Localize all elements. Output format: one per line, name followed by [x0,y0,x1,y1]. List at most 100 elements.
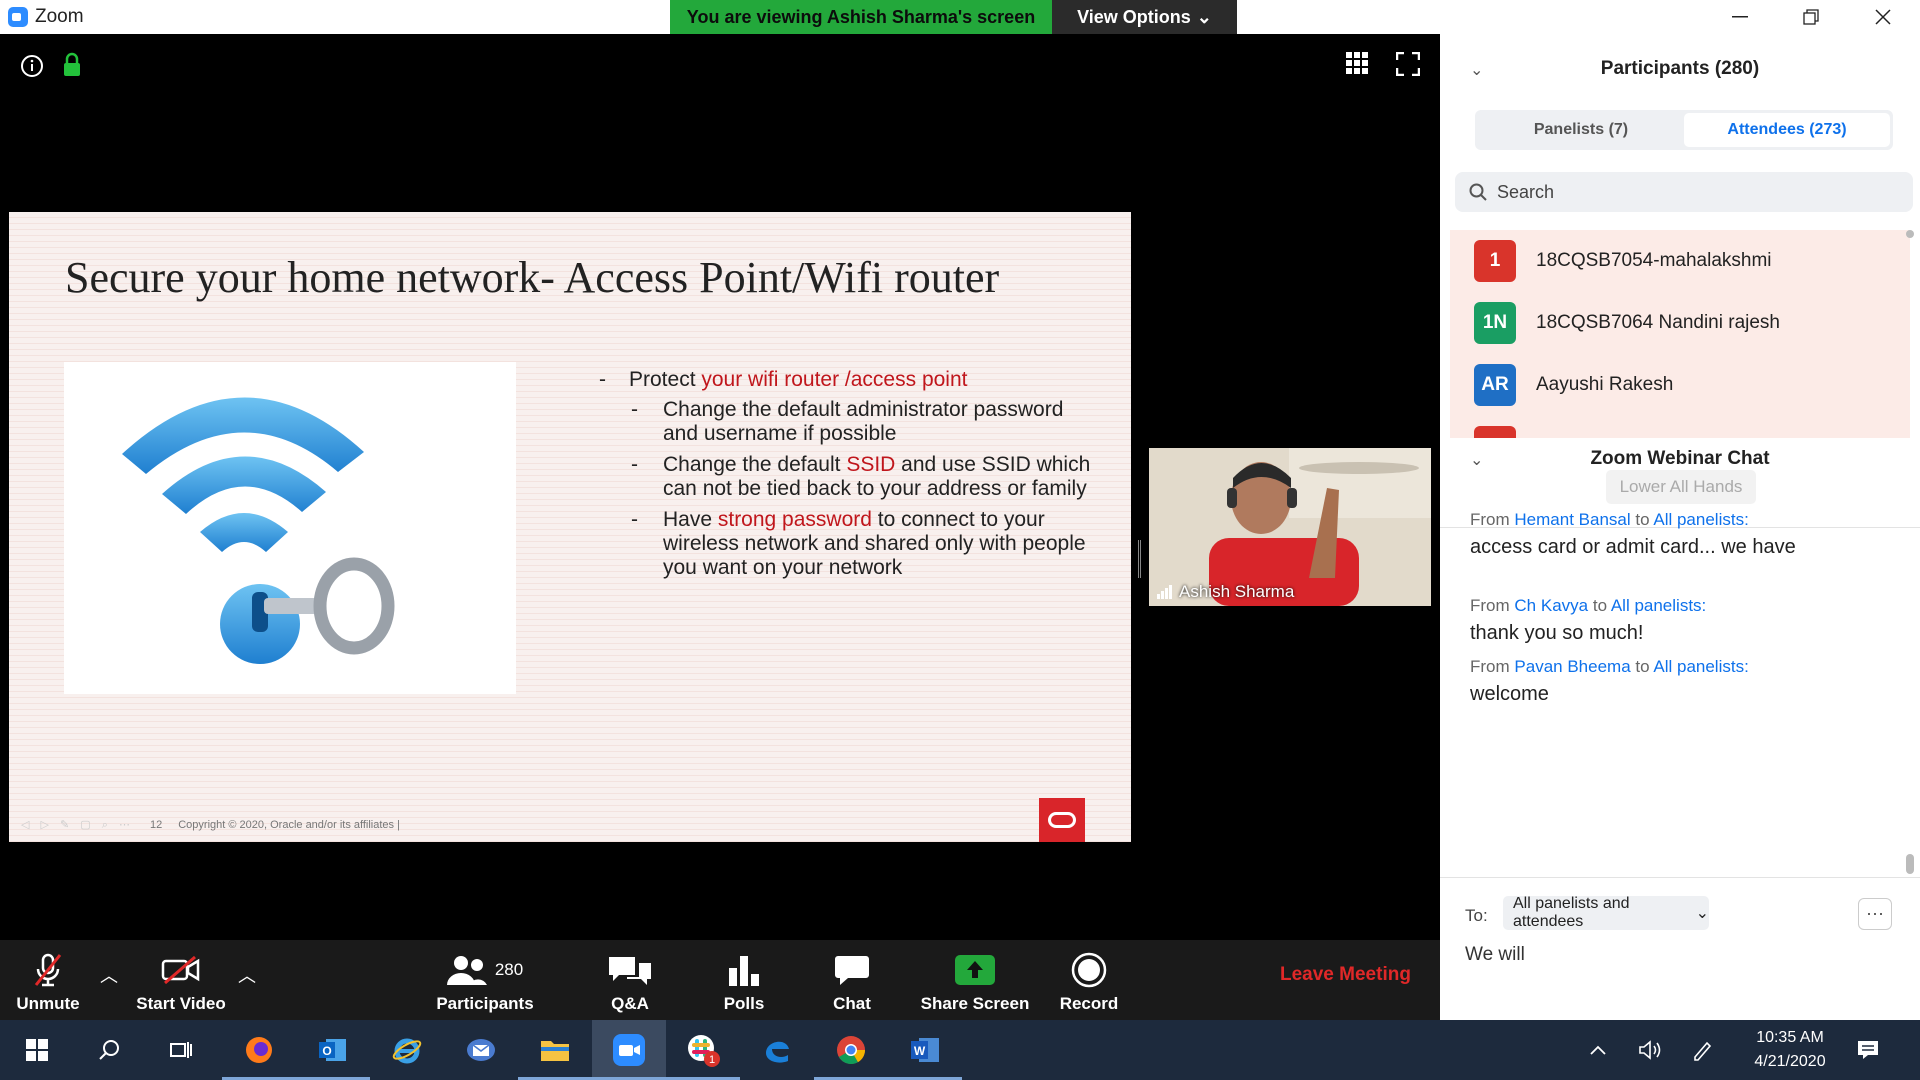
task-view-button[interactable] [144,1020,218,1080]
avatar: AR [1474,364,1516,406]
list-item[interactable]: 1 18CQSB7054-mahalakshmi [1450,230,1910,292]
pen-button[interactable] [1672,1020,1732,1080]
chat-recipient[interactable]: All panelists: [1653,510,1748,529]
gallery-view-icon[interactable] [1346,52,1368,79]
participants-button[interactable]: 280 Participants [425,940,545,1020]
sub-bullet-admin: Change the default administrator passwor… [599,398,1099,446]
leave-meeting-button[interactable]: Leave Meeting [1280,964,1411,986]
volume-button[interactable] [1620,1020,1680,1080]
app-title: Zoom [8,6,84,28]
taskbar-clock[interactable]: 10:35 AM 4/21/2020 [1730,1026,1850,1074]
participant-name: 18CQSB7054-mahalakshmi [1536,250,1772,271]
oracle-logo [1039,798,1085,842]
view-options-button[interactable]: View Options ⌄ [1052,0,1237,34]
audio-options-chevron-icon[interactable]: ︿ [100,962,118,988]
attendee-list: 1 18CQSB7054-mahalakshmi 1N 18CQSB7064 N… [1450,230,1910,438]
chat-scrollbar[interactable] [1906,854,1914,874]
firefox-taskbar-button[interactable] [222,1020,296,1080]
info-icon[interactable] [20,54,44,83]
notifications-button[interactable] [1838,1020,1898,1080]
divider [1440,877,1920,878]
outlook-taskbar-button[interactable]: O [296,1020,370,1080]
task-view-icon [170,1042,192,1058]
zoom-taskbar-button[interactable] [592,1020,666,1080]
chat-text: welcome [1470,683,1549,705]
to-label: To: [1465,906,1488,925]
wifi-key-image [64,362,516,694]
speaker-video[interactable]: Ashish Sharma [1149,448,1431,606]
encryption-lock-icon[interactable] [62,52,82,83]
share-screen-icon [955,950,995,990]
viewing-banner: You are viewing Ashish Sharma's screen [670,0,1052,34]
avatar: 1N [1474,302,1516,344]
slack-badge: 1 [709,1054,715,1066]
windows-taskbar: O 1 W 10:35 AM 4/21/2020 [0,1020,1920,1080]
bullet-protect: Protect your wifi router /access point [599,368,1099,392]
chat-recipient[interactable]: All panelists: [1653,657,1748,676]
chat-text: thank you so much! [1470,622,1644,644]
chat-compose-input[interactable]: We will [1465,944,1525,966]
signal-bars-icon [1157,585,1172,599]
share-screen-button[interactable]: Share Screen [915,940,1035,1020]
lower-all-hands-button[interactable]: Lower All Hands [1606,470,1756,504]
chat-sender[interactable]: Ch Kavya [1514,596,1588,615]
chat-text: access card or admit card... we have [1470,536,1796,558]
list-item-partial[interactable] [1450,416,1910,438]
chat-sender[interactable]: Pavan Bheema [1514,657,1630,676]
chevron-down-icon: ⌄ [1695,905,1709,922]
sub-bullet-ssid: Change the default SSID and use SSID whi… [599,453,1099,501]
recipient-select[interactable]: All panelists and attendees ⌄ [1503,895,1709,930]
view-splitter-handle[interactable] [1138,540,1141,578]
zoom-logo-icon [8,7,28,27]
word-icon: W [911,1038,939,1062]
qa-button[interactable]: Q&A [598,940,662,1020]
chat-button[interactable]: Chat [820,940,884,1020]
chat-message: From Hemant Bansal to All panelists: acc… [1470,510,1900,559]
tab-panelists[interactable]: Panelists (7) [1478,113,1684,147]
chat-sender[interactable]: Hemant Bansal [1514,510,1630,529]
participants-scrollbar[interactable] [1906,230,1914,238]
svg-text:O: O [322,1044,331,1058]
search-icon [99,1040,119,1060]
folder-icon [541,1041,569,1061]
chrome-taskbar-button[interactable] [814,1020,888,1080]
slack-icon: 1 [688,1035,720,1067]
close-button[interactable] [1848,0,1918,34]
start-button[interactable] [0,1020,74,1080]
video-options-chevron-icon[interactable]: ︿ [238,962,256,988]
edge-taskbar-button[interactable] [740,1020,814,1080]
list-item[interactable]: 1N 18CQSB7064 Nandini rajesh [1450,292,1910,354]
mail-taskbar-button[interactable] [444,1020,518,1080]
shared-slide: Secure your home network- Access Point/W… [9,212,1131,842]
record-button[interactable]: Record [1057,940,1121,1020]
file-explorer-taskbar-button[interactable] [518,1020,592,1080]
slack-taskbar-button[interactable]: 1 [666,1020,740,1080]
ie-taskbar-button[interactable] [370,1020,444,1080]
internet-explorer-icon [392,1038,422,1064]
more-options-button[interactable]: ⋯ [1858,898,1892,930]
side-panel: ⌄ Participants (280) Panelists (7) Atten… [1440,34,1920,1020]
chat-recipient[interactable]: All panelists: [1611,596,1706,615]
participants-header: Participants (280) [1600,58,1760,79]
polls-button[interactable]: Polls [712,940,776,1020]
slide-nav-icons: ◁ ▷ ✎ ▢ ⌕ ⋯ [21,819,134,831]
participant-search-input[interactable]: Search [1455,172,1913,212]
chevron-down-icon: ⌄ [1196,6,1212,27]
minimize-button[interactable] [1705,0,1775,34]
word-taskbar-button[interactable]: W [888,1020,962,1080]
restore-button[interactable] [1776,0,1846,34]
chat-header: Zoom Webinar Chat [1590,448,1770,469]
search-taskbar-button[interactable] [72,1020,146,1080]
participant-name: Aayushi Rakesh [1536,374,1674,395]
speaker-icon [1639,1040,1661,1060]
speaker-name-tag: Ashish Sharma [1157,582,1294,602]
unmute-button[interactable]: Unmute [8,940,88,1020]
avatar: 1 [1474,240,1516,282]
fullscreen-icon[interactable] [1395,51,1421,81]
tab-attendees[interactable]: Attendees (273) [1684,113,1890,147]
clock-date: 4/21/2020 [1754,1053,1826,1070]
close-icon [1875,9,1891,25]
show-hidden-icons-button[interactable] [1568,1020,1628,1080]
list-item[interactable]: AR Aayushi Rakesh [1450,354,1910,416]
start-video-button[interactable]: Start Video [126,940,236,1020]
